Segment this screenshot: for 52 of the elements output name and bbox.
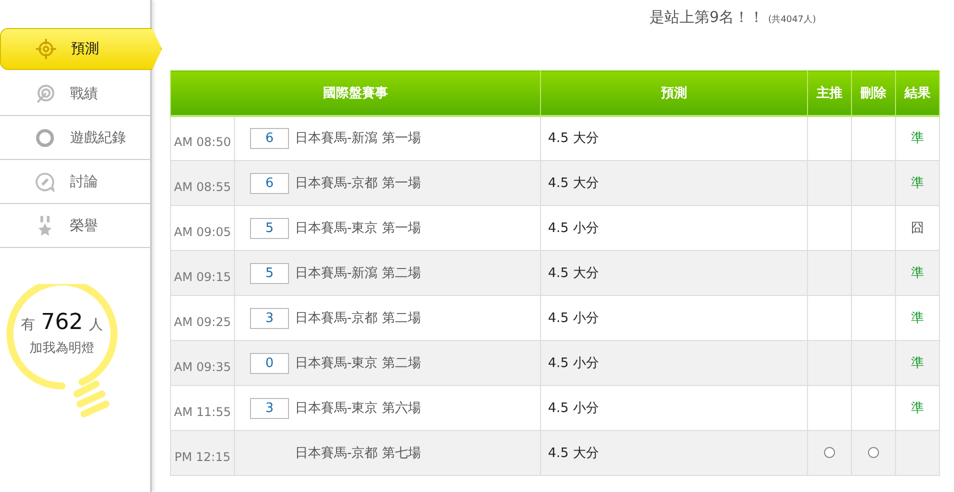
sidebar-item[interactable]: 討論 [0,160,152,204]
column-header: 刪除 [852,70,896,116]
pencil-bubble-icon [34,170,56,192]
prediction-cell: 4.5 大分 [540,430,808,476]
main-pick-radio[interactable] [824,447,835,458]
game-name: 日本賽馬-東京 第六場 [295,400,421,417]
sidebar-item[interactable]: 榮譽 [0,204,152,248]
result-mark: 準 [911,356,924,371]
time-cell: AM 09:15 [170,250,234,296]
rank-text: 是站上第9名！！ [650,8,764,27]
prediction-cell: 4.5 小分 [540,340,808,386]
result-mark: 準 [911,266,924,281]
time-cell: AM 08:55 [170,160,234,206]
sidebar-item[interactable]: 遊戲紀錄 [0,116,152,160]
prediction-cell: 4.5 大分 [540,250,808,296]
game-name: 日本賽馬-新瀉 第二場 [295,265,421,282]
game-name: 日本賽馬-京都 第七場 [295,445,421,462]
game-name: 日本賽馬-京都 第一場 [295,175,421,192]
result-mark: 囧 [911,221,924,236]
count-box: 0 [250,352,289,374]
fans-prefix: 有 [21,316,35,334]
count-box: 3 [250,398,289,418]
time-cell: AM 09:35 [170,340,234,386]
game-name: 日本賽馬-京都 第二場 [295,310,421,327]
game-name: 日本賽馬-東京 第二場 [295,355,421,372]
result-mark: 準 [911,401,924,416]
game-name: 日本賽馬-東京 第一場 [295,220,421,237]
target-arrow-icon [34,82,56,104]
crosshair-icon [35,38,57,60]
rank-total: (共4047人) [768,14,816,26]
ring-icon [34,126,56,148]
fans-count: 762 [41,310,83,335]
delete-radio[interactable] [868,447,879,458]
count-box: 3 [250,308,289,328]
sidebar-item[interactable]: 預測 [0,28,162,70]
result-mark: 準 [911,131,924,146]
count-box: 6 [250,172,289,194]
prediction-cell: 4.5 大分 [540,160,808,206]
column-header: 國際盤賽事 [170,70,540,116]
fans-caption: 加我為明燈 [30,340,94,357]
result-mark: 準 [911,311,924,326]
count-box: 5 [250,262,289,284]
sidebar-item[interactable]: 戰績 [0,72,152,116]
time-cell: PM 12:15 [170,430,234,476]
count-box: 6 [250,128,289,149]
result-mark: 準 [911,176,924,191]
column-header: 主推 [808,70,852,116]
count-box: 5 [250,218,289,238]
game-name: 日本賽馬-新瀉 第一場 [295,130,421,148]
column-header: 結果 [896,70,940,116]
column-header: 預測 [540,70,808,116]
fans-suffix: 人 [89,316,103,334]
